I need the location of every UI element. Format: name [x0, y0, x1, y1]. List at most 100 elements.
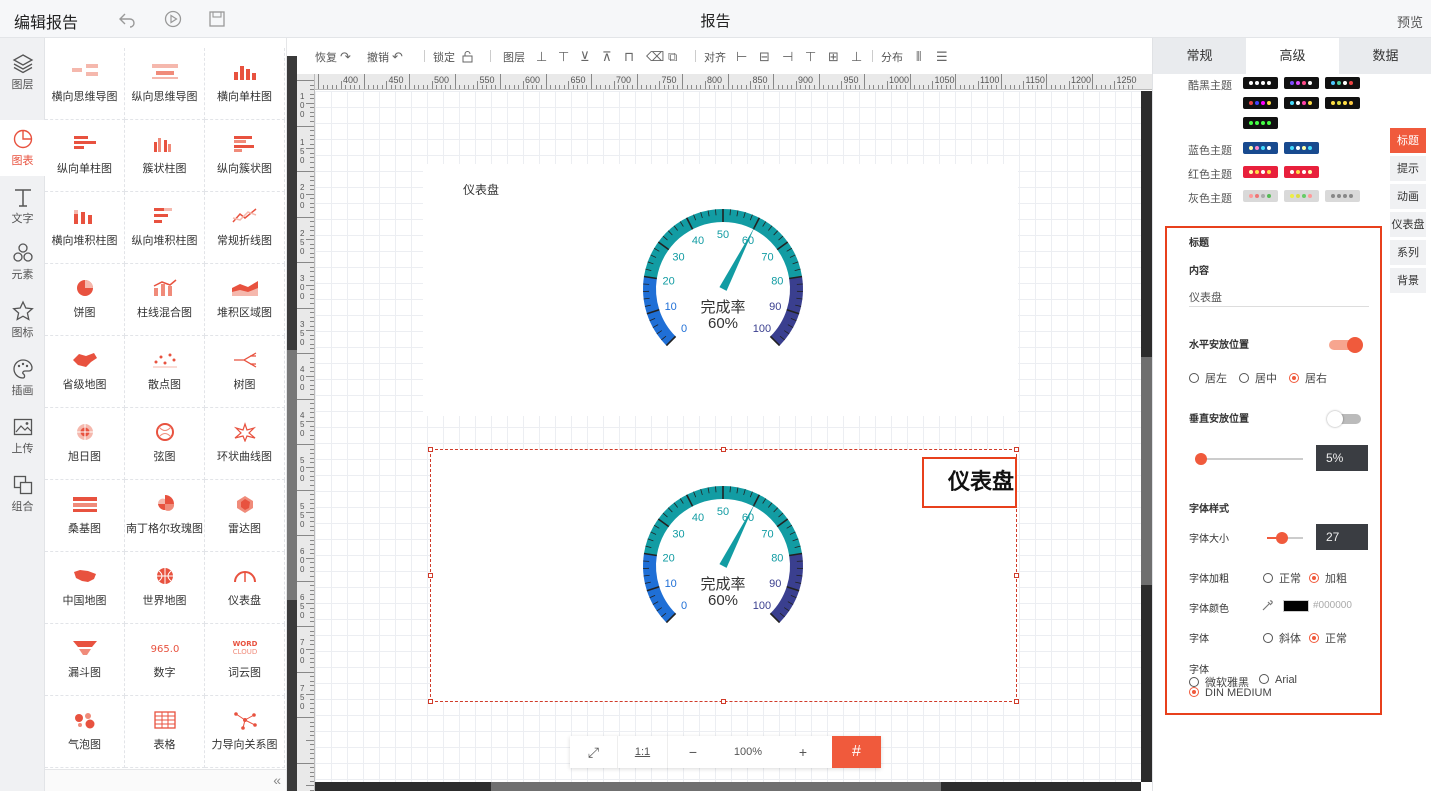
theme-swatch[interactable]	[1325, 190, 1360, 202]
palette-item-word-cloud[interactable]: WORD CLOUD 词云图	[205, 624, 285, 696]
radio-italic[interactable]: 斜体	[1263, 630, 1301, 646]
theme-swatch[interactable]	[1243, 142, 1278, 154]
palette-item-sankey[interactable]: 桑基图	[45, 480, 125, 552]
zoom-in-button[interactable]: +	[778, 736, 828, 768]
vtab-gauge[interactable]: 仪表盘	[1390, 212, 1426, 238]
align-left-icon[interactable]: ⊢	[733, 49, 747, 65]
canvas-vertical-scrollbar[interactable]	[1141, 91, 1152, 782]
tab-advanced[interactable]: 高级	[1246, 38, 1339, 74]
rail-item-elements[interactable]: 元素	[0, 234, 45, 290]
title-content-input[interactable]: 仪表盘	[1189, 289, 1369, 307]
save-icon[interactable]	[208, 10, 226, 28]
theme-swatch[interactable]	[1284, 97, 1319, 109]
layer-bottom-icon[interactable]: ⊼	[599, 49, 612, 65]
layer-down-icon[interactable]: ⊻	[577, 49, 590, 65]
palette-item-bubble[interactable]: 气泡图	[45, 696, 125, 768]
rail-item-text[interactable]: 文字	[0, 178, 45, 234]
font-color-swatch[interactable]	[1283, 600, 1309, 612]
delete-icon[interactable]: ⌫	[643, 49, 664, 65]
theme-swatch[interactable]	[1243, 77, 1278, 89]
palette-item-province-map[interactable]: 省级地图	[45, 336, 125, 408]
radio-align-right[interactable]: 居右	[1289, 370, 1327, 386]
back-icon[interactable]	[118, 10, 136, 28]
palette-item-funnel[interactable]: 漏斗图	[45, 624, 125, 696]
radio-font-arial[interactable]: Arial	[1259, 674, 1297, 686]
theme-swatch[interactable]	[1284, 166, 1319, 178]
collapse-icon[interactable]: «	[273, 772, 281, 788]
align-center-h-icon[interactable]: ⊟	[756, 49, 770, 65]
v-position-value[interactable]: 5%	[1316, 445, 1368, 471]
resize-handle[interactable]	[1014, 447, 1019, 452]
canvas-horizontal-scrollbar[interactable]	[315, 782, 1141, 791]
theme-swatch[interactable]	[1243, 166, 1278, 178]
palette-item-bar-horizontal[interactable]: 横向单柱图	[205, 48, 285, 120]
palette-item-radar[interactable]: 雷达图	[205, 480, 285, 552]
font-size-slider[interactable]	[1267, 532, 1303, 544]
theme-swatch[interactable]	[1284, 190, 1319, 202]
rail-item-layers[interactable]: 图层	[0, 44, 45, 100]
palette-item-mindmap-vertical[interactable]: 纵向思维导图	[125, 48, 205, 120]
palette-item-sunburst[interactable]: 旭日图	[45, 408, 125, 480]
theme-swatch[interactable]	[1284, 77, 1319, 89]
tab-general[interactable]: 常规	[1153, 38, 1246, 74]
canvas-hscroll-thumb[interactable]	[491, 782, 941, 791]
eyedropper-icon[interactable]	[1261, 599, 1274, 612]
radio-bold-bold[interactable]: 加粗	[1309, 570, 1347, 586]
vtab-animation[interactable]: 动画	[1390, 184, 1426, 210]
radio-normal-style[interactable]: 正常	[1309, 630, 1347, 646]
distribute-vertical-icon[interactable]: ☰	[933, 49, 948, 65]
resize-handle[interactable]	[721, 447, 726, 452]
layer-up-icon[interactable]: ⊥	[533, 49, 547, 65]
palette-item-number[interactable]: (965.0) 数字	[125, 624, 205, 696]
gauge-widget-1[interactable]: 仪表盘 0102030405060708090100完成率60%	[423, 164, 1018, 416]
h-position-toggle[interactable]	[1329, 337, 1363, 353]
palette-item-tree[interactable]: 树图	[205, 336, 285, 408]
theme-swatch[interactable]	[1325, 77, 1360, 89]
resize-handle[interactable]	[428, 573, 433, 578]
palette-item-table[interactable]: 表格	[125, 696, 205, 768]
vtab-tooltip[interactable]: 提示	[1390, 156, 1426, 182]
layer-top-icon[interactable]: ⊤	[555, 49, 569, 65]
rail-item-group[interactable]: 组合	[0, 466, 45, 522]
theme-swatch[interactable]	[1325, 97, 1360, 109]
resize-handle[interactable]	[428, 447, 433, 452]
vtab-background[interactable]: 背景	[1390, 268, 1426, 294]
palette-item-force-graph[interactable]: 力导向关系图	[205, 696, 285, 768]
lock-button[interactable]: 锁定	[433, 49, 474, 65]
theme-swatch[interactable]	[1284, 142, 1319, 154]
rail-item-illustrations[interactable]: 插画	[0, 350, 45, 406]
align-bottom-icon[interactable]: ⊥	[848, 49, 862, 65]
palette-item-scatter[interactable]: 散点图	[125, 336, 205, 408]
resize-handle[interactable]	[1014, 573, 1019, 578]
theme-swatch[interactable]	[1243, 97, 1278, 109]
resize-handle[interactable]	[428, 699, 433, 704]
align-middle-v-icon[interactable]: ⊞	[825, 49, 839, 65]
palette-item-bar-line-combo[interactable]: 柱线混合图	[125, 264, 205, 336]
report-canvas[interactable]: 仪表盘 0102030405060708090100完成率60% 仪表盘 010…	[315, 91, 1141, 782]
palette-scroll-thumb[interactable]	[287, 350, 297, 600]
palette-item-pie[interactable]: 饼图	[45, 264, 125, 336]
zoom-out-button[interactable]: −	[668, 736, 718, 768]
rail-item-icons[interactable]: 图标	[0, 292, 45, 348]
tab-data[interactable]: 数据	[1339, 38, 1431, 74]
palette-scrollbar[interactable]	[287, 56, 297, 791]
play-icon[interactable]	[164, 10, 182, 28]
palette-item-area-stacked[interactable]: 堆积区域图	[205, 264, 285, 336]
palette-item-gauge[interactable]: 仪表盘	[205, 552, 285, 624]
vtab-title[interactable]: 标题	[1390, 128, 1426, 154]
copy-icon[interactable]: ⧉	[665, 49, 677, 65]
vtab-series[interactable]: 系列	[1390, 240, 1426, 266]
distribute-horizontal-icon[interactable]: ⫴	[913, 49, 921, 65]
radio-align-center[interactable]: 居中	[1239, 370, 1277, 386]
rail-item-charts[interactable]: 图表	[0, 120, 45, 176]
palette-item-bar-stacked-horizontal[interactable]: 横向堆积柱图	[45, 192, 125, 264]
v-position-slider[interactable]	[1195, 453, 1303, 465]
radio-font-din[interactable]: DIN MEDIUM	[1189, 687, 1272, 699]
palette-item-bar-vertical[interactable]: 纵向单柱图	[45, 120, 125, 192]
palette-item-bar-clustered-vertical[interactable]: 纵向簇状图	[205, 120, 285, 192]
palette-item-world-map[interactable]: 世界地图	[125, 552, 205, 624]
align-right-icon[interactable]: ⊣	[779, 49, 793, 65]
layer-collapse-icon[interactable]: ⊓	[621, 49, 634, 65]
fit-screen-button[interactable]: ⤢	[570, 736, 618, 768]
theme-swatch[interactable]	[1243, 190, 1278, 202]
